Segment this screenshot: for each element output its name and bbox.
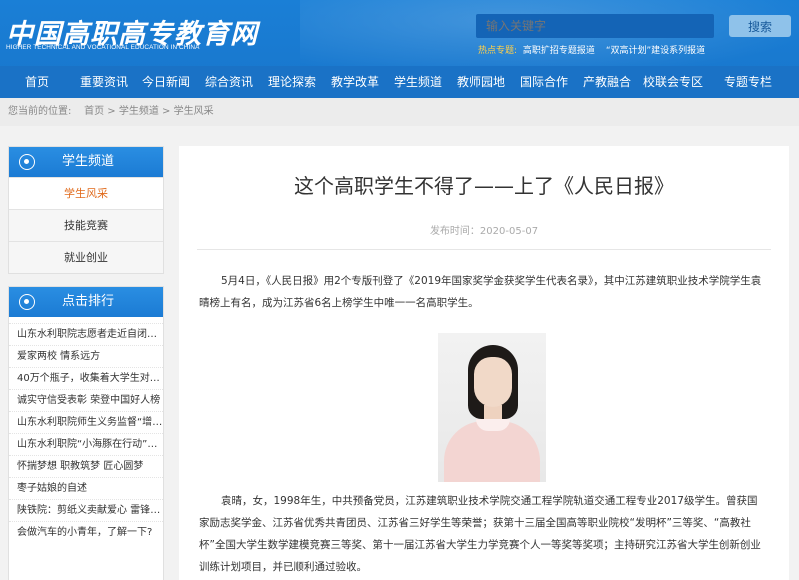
nav-item-student-channel[interactable]: 学生频道 bbox=[394, 66, 442, 98]
breadcrumb-separator: > bbox=[162, 106, 174, 117]
ranking-item[interactable]: 会做汽车的小青年，了解一下? bbox=[9, 521, 163, 543]
nav-item-industry-education[interactable]: 产教融合 bbox=[583, 66, 631, 98]
nav-item-today-news[interactable]: 今日新闻 bbox=[142, 66, 190, 98]
click-ranking: 点击排行 山东水利职院志愿者走近自闭症... 爱家两校 情系远方 40万个瓶子，… bbox=[8, 286, 164, 580]
ranking-item[interactable]: 陕铁院：剪纸义卖献爱心 雷锋精... bbox=[9, 499, 163, 521]
nav-item-theory[interactable]: 理论探索 bbox=[268, 66, 316, 98]
article-paragraph: 袁晴，女，1998年生，中共预备党员，江苏建筑职业技术学院交通工程学院轨道交通工… bbox=[199, 495, 761, 573]
site-logo-subtitle: HIGHER TECHNICAL AND VOCATIONAL EDUCATIO… bbox=[6, 44, 200, 51]
channel-item-student-style[interactable]: 学生风采 bbox=[9, 177, 163, 209]
channel-menu: 学生频道 学生风采 技能竞赛 就业创业 bbox=[8, 146, 164, 274]
breadcrumb: 您当前的位置: 首页 > 学生频道 > 学生风采 bbox=[0, 98, 799, 126]
nav-item-topics[interactable]: 专题专栏 bbox=[724, 66, 772, 98]
nav-item-important-news[interactable]: 重要资讯 bbox=[80, 66, 128, 98]
publish-date: 发布时间：2020-05-07 bbox=[429, 226, 539, 237]
nav-item-teaching-reform[interactable]: 教学改革 bbox=[331, 66, 379, 98]
target-icon bbox=[19, 154, 35, 170]
article-paragraph: 5月4日，《人民日报》用2个专版刊登了《2019年国家奖学金获奖学生代表名录》，… bbox=[199, 275, 762, 309]
article: 这个高职学生不得了——上了《人民日报》 发布时间：2020-05-07 5月4日… bbox=[179, 146, 789, 580]
breadcrumb-item-student-style[interactable]: 学生风采 bbox=[174, 106, 214, 117]
main-nav: 首页 重要资讯 今日新闻 综合资讯 理论探索 教学改革 学生频道 教师园地 国际… bbox=[0, 66, 799, 98]
channel-menu-header: 学生频道 bbox=[9, 147, 163, 177]
channel-item-employment[interactable]: 就业创业 bbox=[9, 241, 163, 273]
title-divider bbox=[197, 249, 771, 250]
breadcrumb-separator: > bbox=[107, 106, 119, 117]
ranking-item[interactable]: 40万个瓶子，收集着大学生对留... bbox=[9, 367, 163, 389]
click-ranking-title: 点击排行 bbox=[62, 294, 115, 309]
article-title: 这个高职学生不得了——上了《人民日报》 bbox=[294, 174, 674, 198]
breadcrumb-label: 您当前的位置: bbox=[8, 106, 72, 117]
target-icon bbox=[19, 294, 35, 310]
ranking-item[interactable]: 怀揣梦想 职教筑梦 匠心圆梦 bbox=[9, 455, 163, 477]
search-input[interactable] bbox=[476, 14, 714, 38]
ranking-item[interactable]: 枣子姑娘的自述 bbox=[9, 477, 163, 499]
breadcrumb-item-student-channel[interactable]: 学生频道 bbox=[119, 106, 159, 117]
ranking-item[interactable]: 山东水利职院志愿者走近自闭症... bbox=[9, 323, 163, 345]
search-button[interactable]: 搜索 bbox=[729, 15, 791, 37]
hot-topics: 热点专题: 高职扩招专题报道 “双高计划”建设系列报道 bbox=[478, 43, 713, 56]
ranking-item[interactable]: 诚实守信受表彰 荣登中国好人榜 bbox=[9, 389, 163, 411]
nav-item-alliance[interactable]: 校联会专区 bbox=[643, 66, 703, 98]
nav-item-teacher-garden[interactable]: 教师园地 bbox=[457, 66, 505, 98]
hot-topic-link[interactable]: 高职扩招专题报道 bbox=[523, 46, 595, 56]
nav-item-home[interactable]: 首页 bbox=[25, 66, 49, 98]
channel-menu-title: 学生频道 bbox=[62, 154, 115, 169]
ranking-item[interactable]: 山东水利职院师生义务监督“增殖... bbox=[9, 411, 163, 433]
click-ranking-header: 点击排行 bbox=[9, 287, 163, 317]
hot-topics-label: 热点专题: bbox=[478, 46, 518, 56]
nav-item-international[interactable]: 国际合作 bbox=[520, 66, 568, 98]
hot-topic-link[interactable]: “双高计划”建设系列报道 bbox=[606, 46, 705, 56]
ranking-item[interactable]: 爱家两校 情系远方 bbox=[9, 345, 163, 367]
nav-item-general-news[interactable]: 综合资讯 bbox=[205, 66, 253, 98]
breadcrumb-item-home[interactable]: 首页 bbox=[84, 106, 104, 117]
ranking-item[interactable]: 山东水利职院“小海豚在行动”接... bbox=[9, 433, 163, 455]
channel-item-skills-competition[interactable]: 技能竞赛 bbox=[9, 209, 163, 241]
student-photo bbox=[438, 333, 546, 482]
